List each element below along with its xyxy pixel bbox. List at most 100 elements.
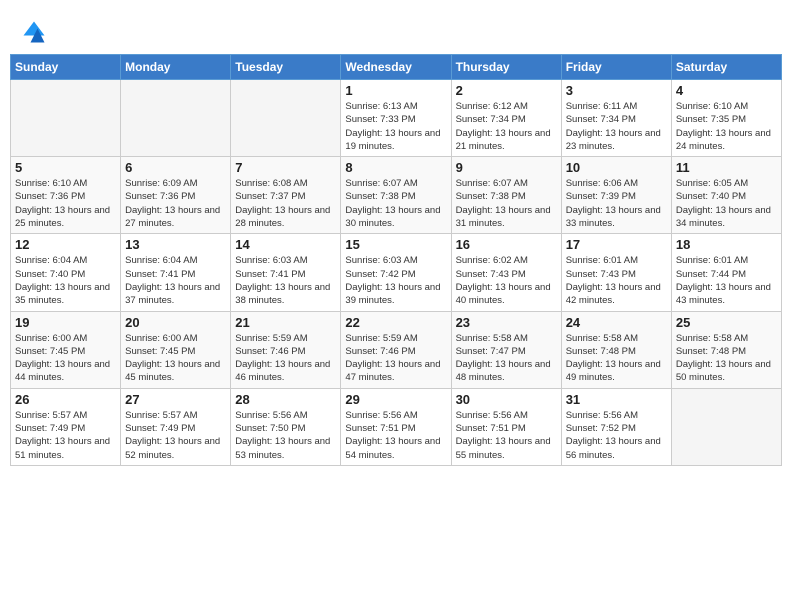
day-number: 7 [235, 160, 336, 175]
weekday-header: Wednesday [341, 55, 451, 80]
day-number: 6 [125, 160, 226, 175]
calendar-day-cell: 2 Sunrise: 6:12 AMSunset: 7:34 PMDaylight… [451, 80, 561, 157]
day-number: 12 [15, 237, 116, 252]
calendar-day-cell: 22Sunrise: 5:59 AMSunset: 7:46 PMDayligh… [341, 311, 451, 388]
day-number: 8 [345, 160, 446, 175]
day-info: Sunrise: 6:04 AMSunset: 7:40 PMDaylight:… [15, 254, 116, 307]
calendar-day-cell: 3 Sunrise: 6:11 AMSunset: 7:34 PMDaylight… [561, 80, 671, 157]
calendar-day-cell: 1 Sunrise: 6:13 AMSunset: 7:33 PMDaylight… [341, 80, 451, 157]
day-number: 16 [456, 237, 557, 252]
day-number: 24 [566, 315, 667, 330]
logo [20, 18, 52, 46]
calendar-day-cell: 6 Sunrise: 6:09 AMSunset: 7:36 PMDaylight… [121, 157, 231, 234]
day-number: 13 [125, 237, 226, 252]
weekday-header: Monday [121, 55, 231, 80]
calendar-day-cell: 26Sunrise: 5:57 AMSunset: 7:49 PMDayligh… [11, 388, 121, 465]
day-info: Sunrise: 6:00 AMSunset: 7:45 PMDaylight:… [15, 332, 116, 385]
weekday-header-row: SundayMondayTuesdayWednesdayThursdayFrid… [11, 55, 782, 80]
calendar-day-cell: 27 Sunrise: 5:57 AMSunset: 7:49 PMDayligh… [121, 388, 231, 465]
day-number: 19 [15, 315, 116, 330]
calendar-day-cell: 15 Sunrise: 6:03 AMSunset: 7:42 PMDayligh… [341, 234, 451, 311]
calendar-week-row: 12 Sunrise: 6:04 AMSunset: 7:40 PMDayligh… [11, 234, 782, 311]
calendar-week-row: 1 Sunrise: 6:13 AMSunset: 7:33 PMDaylight… [11, 80, 782, 157]
day-info: Sunrise: 6:05 AMSunset: 7:40 PMDaylight:… [676, 177, 777, 230]
day-number: 2 [456, 83, 557, 98]
day-info: Sunrise: 6:04 AMSunset: 7:41 PMDaylight:… [125, 254, 226, 307]
day-info: Sunrise: 6:13 AMSunset: 7:33 PMDaylight:… [345, 100, 446, 153]
day-number: 3 [566, 83, 667, 98]
weekday-header: Friday [561, 55, 671, 80]
day-info: Sunrise: 6:10 AMSunset: 7:36 PMDaylight:… [15, 177, 116, 230]
day-info: Sunrise: 6:09 AMSunset: 7:36 PMDaylight:… [125, 177, 226, 230]
calendar-day-cell: 25 Sunrise: 5:58 AMSunset: 7:48 PMDayligh… [671, 311, 781, 388]
calendar-day-cell: 7Sunrise: 6:08 AMSunset: 7:37 PMDaylight… [231, 157, 341, 234]
calendar-day-cell: 12 Sunrise: 6:04 AMSunset: 7:40 PMDayligh… [11, 234, 121, 311]
day-info: Sunrise: 6:03 AMSunset: 7:41 PMDaylight:… [235, 254, 336, 307]
day-number: 17 [566, 237, 667, 252]
day-number: 1 [345, 83, 446, 98]
day-number: 21 [235, 315, 336, 330]
day-info: Sunrise: 6:03 AMSunset: 7:42 PMDaylight:… [345, 254, 446, 307]
day-number: 14 [235, 237, 336, 252]
day-number: 26 [15, 392, 116, 407]
calendar-day-cell: 17 Sunrise: 6:01 AMSunset: 7:43 PMDayligh… [561, 234, 671, 311]
calendar-day-cell [121, 80, 231, 157]
calendar-day-cell [231, 80, 341, 157]
weekday-header: Saturday [671, 55, 781, 80]
weekday-header: Thursday [451, 55, 561, 80]
day-info: Sunrise: 5:56 AMSunset: 7:50 PMDaylight:… [235, 409, 336, 462]
calendar-day-cell: 24 Sunrise: 5:58 AMSunset: 7:48 PMDayligh… [561, 311, 671, 388]
day-number: 30 [456, 392, 557, 407]
weekday-header: Tuesday [231, 55, 341, 80]
day-number: 28 [235, 392, 336, 407]
calendar-week-row: 5 Sunrise: 6:10 AMSunset: 7:36 PMDaylight… [11, 157, 782, 234]
day-info: Sunrise: 5:56 AMSunset: 7:51 PMDaylight:… [456, 409, 557, 462]
calendar-day-cell: 13 Sunrise: 6:04 AMSunset: 7:41 PMDayligh… [121, 234, 231, 311]
day-info: Sunrise: 5:59 AMSunset: 7:46 PMDaylight:… [235, 332, 336, 385]
calendar-day-cell: 16Sunrise: 6:02 AMSunset: 7:43 PMDayligh… [451, 234, 561, 311]
calendar-day-cell: 8 Sunrise: 6:07 AMSunset: 7:38 PMDaylight… [341, 157, 451, 234]
logo-icon [20, 18, 48, 46]
day-info: Sunrise: 6:11 AMSunset: 7:34 PMDaylight:… [566, 100, 667, 153]
day-info: Sunrise: 5:57 AMSunset: 7:49 PMDaylight:… [125, 409, 226, 462]
day-info: Sunrise: 5:58 AMSunset: 7:48 PMDaylight:… [566, 332, 667, 385]
day-number: 5 [15, 160, 116, 175]
calendar-day-cell: 28 Sunrise: 5:56 AMSunset: 7:50 PMDayligh… [231, 388, 341, 465]
calendar-day-cell: 19 Sunrise: 6:00 AMSunset: 7:45 PMDayligh… [11, 311, 121, 388]
day-number: 25 [676, 315, 777, 330]
day-info: Sunrise: 5:58 AMSunset: 7:48 PMDaylight:… [676, 332, 777, 385]
day-number: 15 [345, 237, 446, 252]
day-number: 11 [676, 160, 777, 175]
calendar-day-cell: 14 Sunrise: 6:03 AMSunset: 7:41 PMDayligh… [231, 234, 341, 311]
day-info: Sunrise: 6:07 AMSunset: 7:38 PMDaylight:… [345, 177, 446, 230]
calendar-day-cell: 29 Sunrise: 5:56 AMSunset: 7:51 PMDayligh… [341, 388, 451, 465]
calendar-day-cell: 20 Sunrise: 6:00 AMSunset: 7:45 PMDayligh… [121, 311, 231, 388]
calendar-day-cell: 4 Sunrise: 6:10 AMSunset: 7:35 PMDaylight… [671, 80, 781, 157]
day-number: 4 [676, 83, 777, 98]
calendar-week-row: 26 Sunrise: 5:57 AMSunset: 7:49 PMDayligh… [11, 388, 782, 465]
calendar-table: SundayMondayTuesdayWednesdayThursdayFrid… [10, 54, 782, 466]
day-number: 27 [125, 392, 226, 407]
day-info: Sunrise: 6:12 AMSunset: 7:34 PMDaylight:… [456, 100, 557, 153]
calendar-day-cell: 30 Sunrise: 5:56 AMSunset: 7:51 PMDayligh… [451, 388, 561, 465]
day-info: Sunrise: 6:01 AMSunset: 7:44 PMDaylight:… [676, 254, 777, 307]
day-info: Sunrise: 6:10 AMSunset: 7:35 PMDaylight:… [676, 100, 777, 153]
calendar-day-cell: 31Sunrise: 5:56 AMSunset: 7:52 PMDayligh… [561, 388, 671, 465]
day-info: Sunrise: 6:00 AMSunset: 7:45 PMDaylight:… [125, 332, 226, 385]
day-number: 20 [125, 315, 226, 330]
day-number: 23 [456, 315, 557, 330]
day-info: Sunrise: 5:58 AMSunset: 7:47 PMDaylight:… [456, 332, 557, 385]
calendar-day-cell [671, 388, 781, 465]
calendar-day-cell [11, 80, 121, 157]
day-info: Sunrise: 5:56 AMSunset: 7:51 PMDaylight:… [345, 409, 446, 462]
day-info: Sunrise: 6:07 AMSunset: 7:38 PMDaylight:… [456, 177, 557, 230]
day-info: Sunrise: 6:01 AMSunset: 7:43 PMDaylight:… [566, 254, 667, 307]
calendar-day-cell: 23 Sunrise: 5:58 AMSunset: 7:47 PMDayligh… [451, 311, 561, 388]
weekday-header: Sunday [11, 55, 121, 80]
day-info: Sunrise: 5:59 AMSunset: 7:46 PMDaylight:… [345, 332, 446, 385]
calendar-day-cell: 10Sunrise: 6:06 AMSunset: 7:39 PMDayligh… [561, 157, 671, 234]
calendar-day-cell: 21 Sunrise: 5:59 AMSunset: 7:46 PMDayligh… [231, 311, 341, 388]
page-header [10, 10, 782, 50]
day-number: 31 [566, 392, 667, 407]
day-number: 29 [345, 392, 446, 407]
